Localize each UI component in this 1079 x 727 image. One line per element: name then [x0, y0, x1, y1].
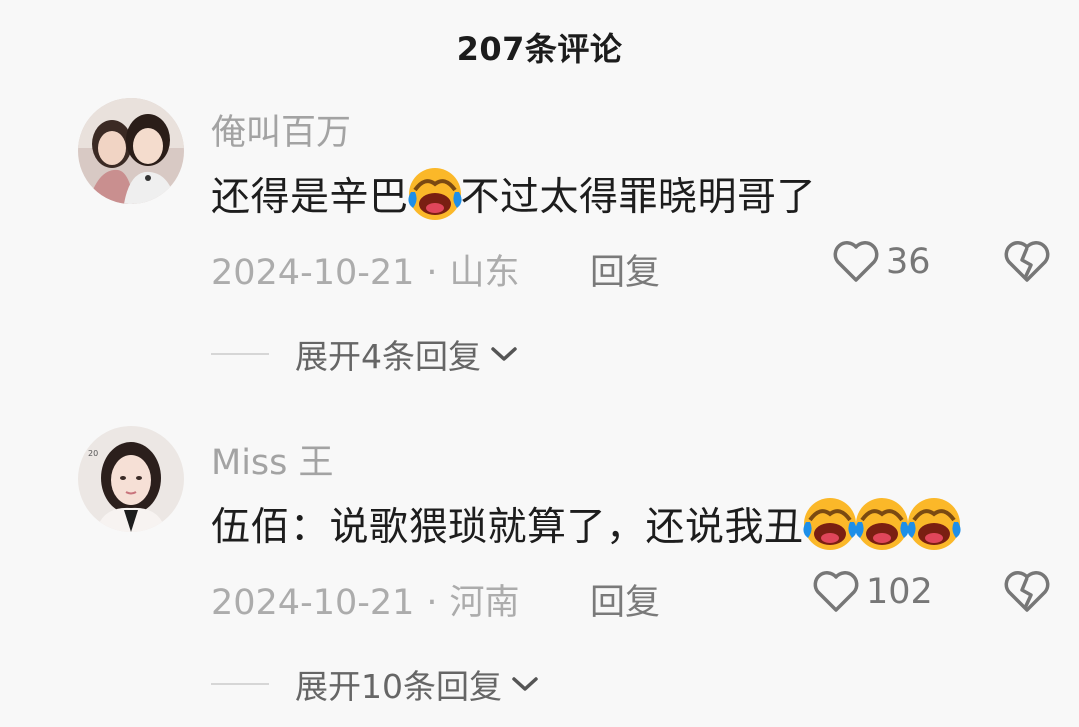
like-count: 36	[886, 242, 931, 282]
username[interactable]: Miss 王	[211, 434, 334, 485]
comment-date: 2024-10-21	[211, 583, 415, 623]
comment-location: 河南	[449, 583, 520, 623]
comments-count-title: 207条评论	[456, 30, 623, 68]
laugh-cry-emoji	[407, 168, 462, 220]
meta-separator: ·	[426, 253, 438, 293]
comment-meta: 2024-10-21 · 河南	[211, 574, 520, 625]
broken-heart-icon	[1004, 571, 1050, 612]
comment-meta: 2024-10-21 · 山东	[211, 244, 520, 295]
like-count: 102	[866, 572, 933, 612]
comment-date: 2024-10-21	[211, 253, 415, 293]
divider-line	[211, 353, 269, 355]
laugh-cry-emoji	[854, 498, 909, 550]
dislike-button[interactable]	[1003, 570, 1051, 618]
comments-panel: 207条评论 俺叫百万 还得是辛巴 不过太得罪晓明哥了 2024-10-21 · 山东…	[0, 0, 1079, 727]
laugh-cry-emoji	[802, 498, 857, 550]
dislike-button[interactable]	[1003, 240, 1051, 288]
avatar[interactable]	[78, 98, 184, 204]
svg-text:20: 20	[88, 449, 98, 458]
heart-icon	[833, 241, 879, 282]
reply-button[interactable]: 回复	[590, 244, 660, 295]
comment-text: 还得是辛巴 不过太得罪晓明哥了	[211, 166, 816, 222]
expand-replies-button[interactable]: 展开10条回复	[211, 660, 540, 708]
chevron-down-icon	[491, 347, 517, 361]
reply-button[interactable]: 回复	[590, 574, 660, 625]
meta-separator: ·	[426, 583, 438, 623]
like-button[interactable]: 36	[832, 240, 931, 284]
expand-replies-label: 展开4条回复	[295, 337, 481, 376]
divider-line	[211, 683, 269, 685]
comment-text: 伍佰：说歌猥琐就算了，还说我丑	[211, 496, 961, 552]
heart-icon	[813, 571, 859, 612]
like-button[interactable]: 102	[812, 570, 933, 614]
chevron-down-icon	[512, 677, 538, 691]
avatar[interactable]: 20	[78, 426, 184, 532]
broken-heart-icon	[1004, 241, 1050, 282]
expand-replies-button[interactable]: 展开4条回复	[211, 330, 519, 378]
expand-replies-label: 展开10条回复	[295, 667, 502, 706]
laugh-cry-emoji	[906, 498, 961, 550]
username[interactable]: 俺叫百万	[211, 104, 351, 155]
comment-location: 山东	[449, 253, 520, 293]
